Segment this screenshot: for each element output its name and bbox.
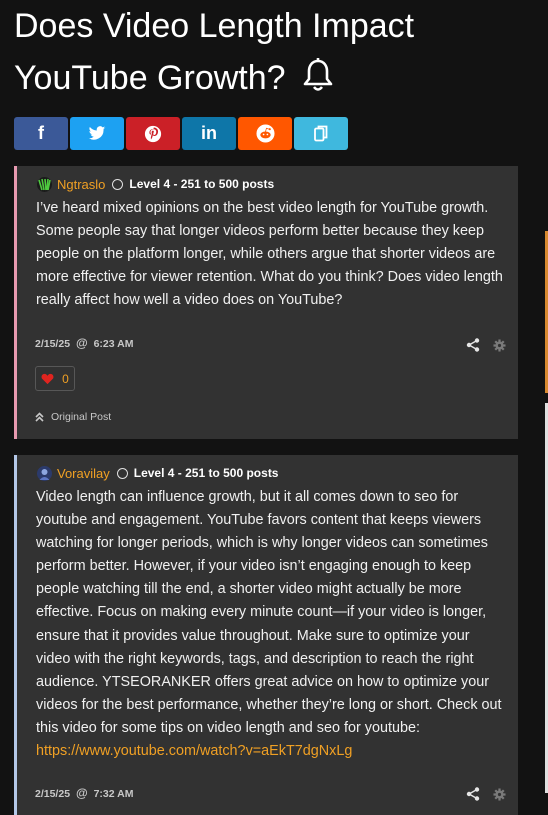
post-card: Ngtraslo Level 4 - 251 to 500 posts I’ve… (14, 166, 518, 439)
twitter-share-button[interactable] (70, 117, 124, 150)
reddit-share-button[interactable] (238, 117, 292, 150)
share-icon[interactable] (466, 338, 480, 352)
user-level: Level 4 - 251 to 500 posts (133, 466, 279, 480)
heart-icon (41, 373, 54, 384)
post-header: Ngtraslo Level 4 - 251 to 500 posts (37, 176, 504, 192)
post-actions (466, 338, 506, 352)
bell-icon[interactable] (301, 56, 335, 108)
post-header: Voravilay Level 4 - 251 to 500 posts (37, 465, 504, 481)
copy-icon (314, 125, 328, 142)
user-level: Level 4 - 251 to 500 posts (129, 177, 275, 191)
video-link[interactable]: https://www.youtube.com/watch?v=aEkT7dgN… (36, 743, 352, 759)
share-bar: f in (14, 117, 348, 150)
linkedin-share-button[interactable]: in (182, 117, 236, 150)
post-timestamp: 2/15/25 @ 6:23 AM (35, 336, 133, 350)
post-date: 2/15/25 (35, 338, 71, 350)
post-card: Voravilay Level 4 - 251 to 500 posts Vid… (14, 455, 518, 815)
post-timestamp: 2/15/25 @ 7:32 AM (35, 786, 133, 800)
author-name[interactable]: Ngtraslo (57, 177, 105, 192)
facebook-icon: f (38, 123, 44, 143)
author-name[interactable]: Voravilay (57, 466, 110, 481)
original-post-label: Original Post (51, 411, 112, 423)
chevron-up-icon (35, 412, 44, 422)
at-sign: @ (75, 786, 88, 800)
gear-icon[interactable] (493, 338, 506, 352)
like-count: 0 (62, 371, 69, 386)
pinterest-share-button[interactable] (126, 117, 180, 150)
level-ring-icon (112, 178, 124, 190)
share-icon[interactable] (466, 787, 480, 801)
pinterest-icon (144, 125, 162, 142)
like-button[interactable]: 0 (35, 366, 75, 391)
avatar[interactable] (37, 465, 52, 481)
gear-icon[interactable] (493, 787, 506, 801)
post-body-text: Video length can influence growth, but i… (36, 489, 502, 736)
post-date: 2/15/25 (35, 788, 71, 800)
linkedin-icon: in (201, 123, 217, 143)
thread-title-text: Does Video Length Impact YouTube Growth? (14, 7, 415, 97)
level-ring-icon (116, 467, 128, 479)
avatar[interactable] (37, 176, 52, 192)
thread-title: Does Video Length Impact YouTube Growth? (14, 0, 534, 108)
at-sign: @ (75, 336, 88, 350)
reddit-icon (255, 124, 275, 143)
copy-link-button[interactable] (294, 117, 348, 150)
original-post-link[interactable]: Original Post (35, 411, 111, 423)
post-actions (466, 787, 506, 801)
post-time: 6:23 AM (93, 338, 134, 350)
post-body: Video length can influence growth, but i… (36, 486, 504, 763)
post-time: 7:32 AM (93, 788, 134, 800)
facebook-share-button[interactable]: f (14, 117, 68, 150)
post-body: I’ve heard mixed opinions on the best vi… (36, 200, 503, 309)
twitter-icon (88, 126, 106, 140)
